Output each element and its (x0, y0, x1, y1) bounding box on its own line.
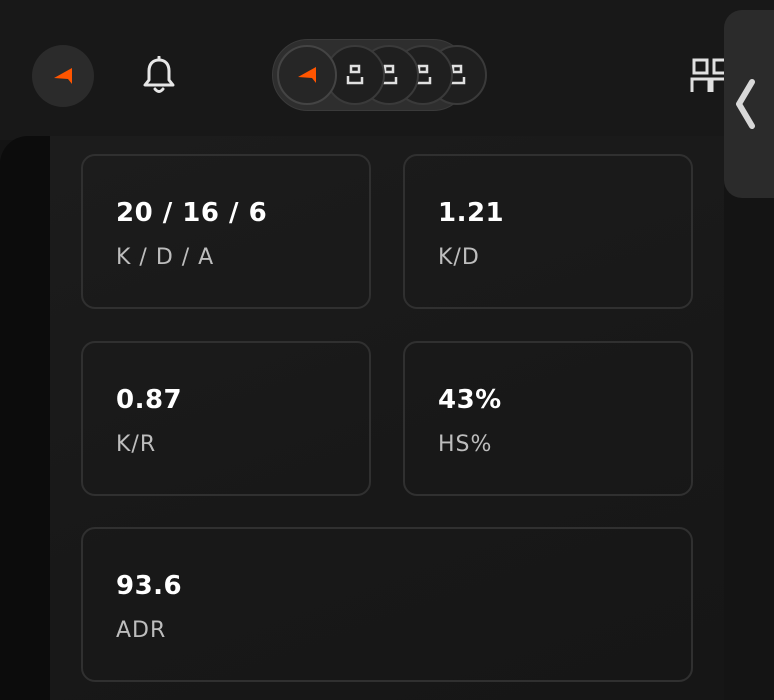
stats-grid: 20 / 16 / 6 K / D / A 1.21 K/D 0.87 K/R … (50, 136, 724, 700)
notifications-button[interactable] (138, 54, 180, 98)
faceit-arrow-icon (54, 68, 72, 84)
top-bar (0, 0, 774, 140)
party-slot-leader[interactable] (277, 45, 337, 105)
faceit-logo-button[interactable] (32, 45, 94, 107)
stat-label: K/D (438, 245, 480, 270)
party-slots (272, 39, 487, 111)
stat-label: ADR (116, 618, 167, 643)
bell-icon (143, 56, 175, 93)
stat-card-kr: 0.87 K/R (81, 341, 371, 496)
stat-card-hs: 43% HS% (403, 341, 693, 496)
side-panel-toggle[interactable] (724, 10, 774, 198)
stat-value: 20 / 16 / 6 (116, 198, 268, 228)
stat-label: HS% (438, 432, 493, 457)
stat-value: 43% (438, 385, 502, 415)
stats-panel: 20 / 16 / 6 K / D / A 1.21 K/D 0.87 K/R … (0, 136, 724, 700)
faceit-arrow-icon (298, 67, 316, 83)
stat-value: 0.87 (116, 385, 183, 415)
empty-player-slot-icon (346, 64, 364, 85)
stat-value: 93.6 (116, 571, 183, 601)
stat-label: K/R (116, 432, 157, 457)
stat-label: K / D / A (116, 245, 215, 270)
stat-value: 1.21 (438, 198, 505, 228)
chevron-left-icon (736, 79, 755, 129)
stat-card-adr: 93.6 ADR (81, 527, 693, 682)
stat-card-kd: 1.21 K/D (403, 154, 693, 309)
stat-card-kda: 20 / 16 / 6 K / D / A (81, 154, 371, 309)
